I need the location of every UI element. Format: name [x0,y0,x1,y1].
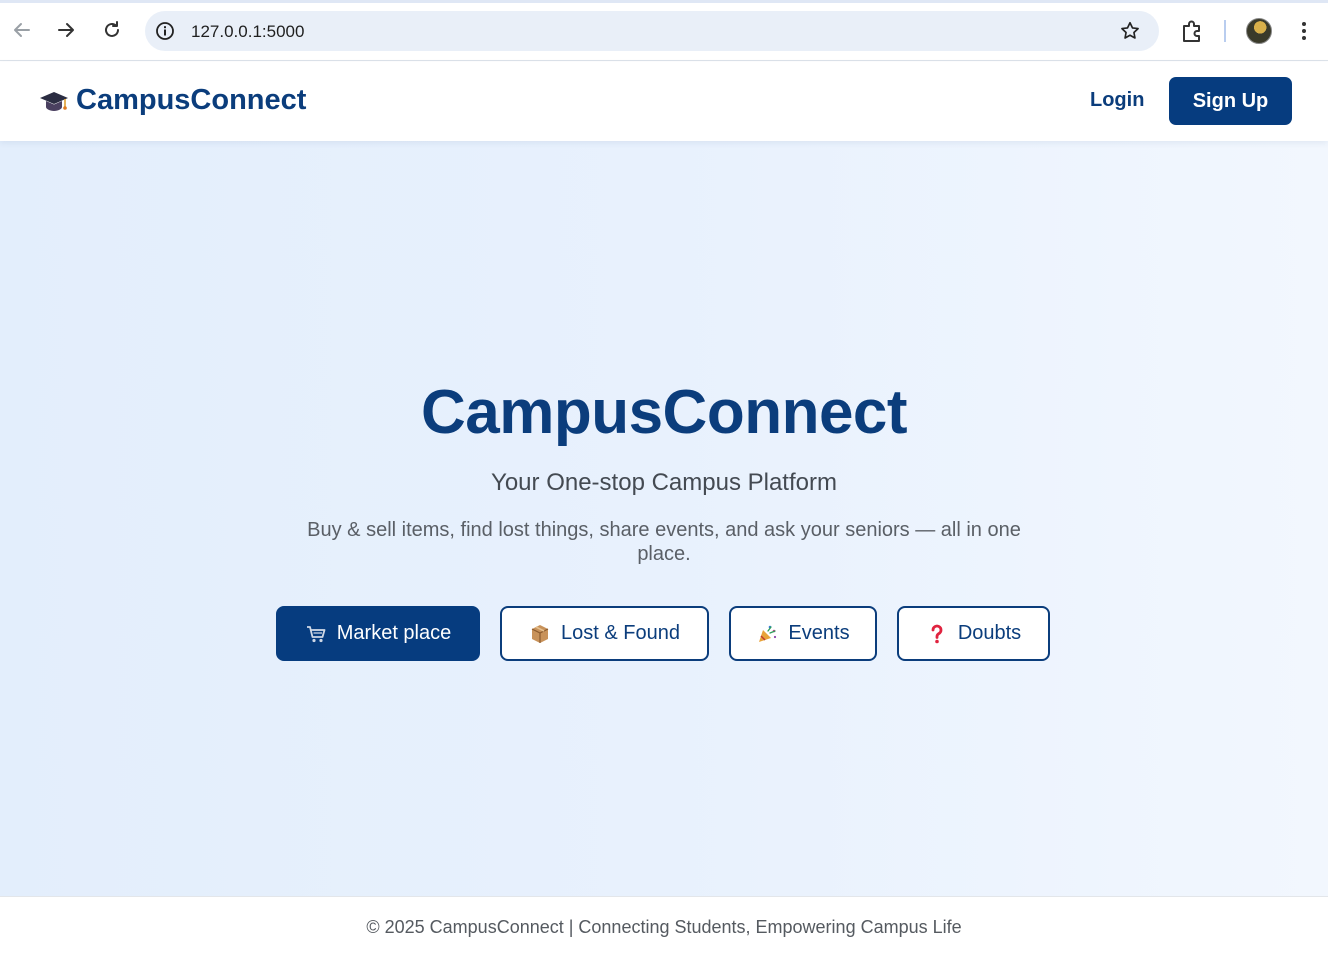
question-mark-icon [931,624,943,643]
more-menu-icon[interactable] [1294,18,1314,44]
browser-toolbar: 127.0.0.1:5000 [0,0,1328,61]
doubts-button-label: Doubts [957,622,1022,644]
forward-button[interactable] [51,15,81,45]
footer-text: © 2025 CampusConnect | Connecting Studen… [366,917,962,937]
extensions-icon[interactable] [1178,17,1206,45]
bookmark-star-icon[interactable] [1119,20,1141,42]
lost-found-button-label: Lost & Found [561,622,680,644]
marketplace-button[interactable]: Market place [276,606,480,661]
hero-description: Buy & sell items, find lost things, shar… [307,519,1021,565]
reload-button[interactable] [97,15,127,45]
hero-subtitle: Your One-stop Campus Platform [491,469,837,496]
forward-arrow-icon [58,23,74,37]
events-button-label: Events [788,622,850,644]
site-header: CampusConnect Login Sign Up [0,62,1328,141]
brand-name: CampusConnect [76,84,307,116]
back-arrow-icon [14,23,30,37]
events-button[interactable]: Events [729,606,877,661]
address-bar[interactable]: 127.0.0.1:5000 [145,11,1159,51]
url-text[interactable]: 127.0.0.1:5000 [191,22,304,42]
graduation-cap-icon [40,91,68,111]
lost-found-button[interactable]: Lost & Found [500,606,709,661]
package-icon [531,624,549,643]
toolbar-divider [1224,20,1226,42]
login-link[interactable]: Login [1090,89,1144,112]
marketplace-button-label: Market place [336,622,452,644]
tab-strip-edge [0,0,1328,3]
profile-avatar[interactable] [1246,18,1272,44]
brand-logo[interactable]: CampusConnect [38,84,306,117]
doubts-button[interactable]: Doubts [897,606,1050,661]
site-info-icon[interactable] [155,21,175,41]
hero-section: CampusConnect Your One-stop Campus Platf… [0,141,1328,896]
back-button[interactable] [7,15,37,45]
party-popper-icon [759,625,777,642]
site-footer: © 2025 CampusConnect | Connecting Studen… [0,896,1328,956]
signup-button[interactable]: Sign Up [1169,77,1292,125]
hero-title: CampusConnect [420,378,908,447]
shopping-cart-icon [306,625,326,642]
reload-icon [105,21,119,37]
